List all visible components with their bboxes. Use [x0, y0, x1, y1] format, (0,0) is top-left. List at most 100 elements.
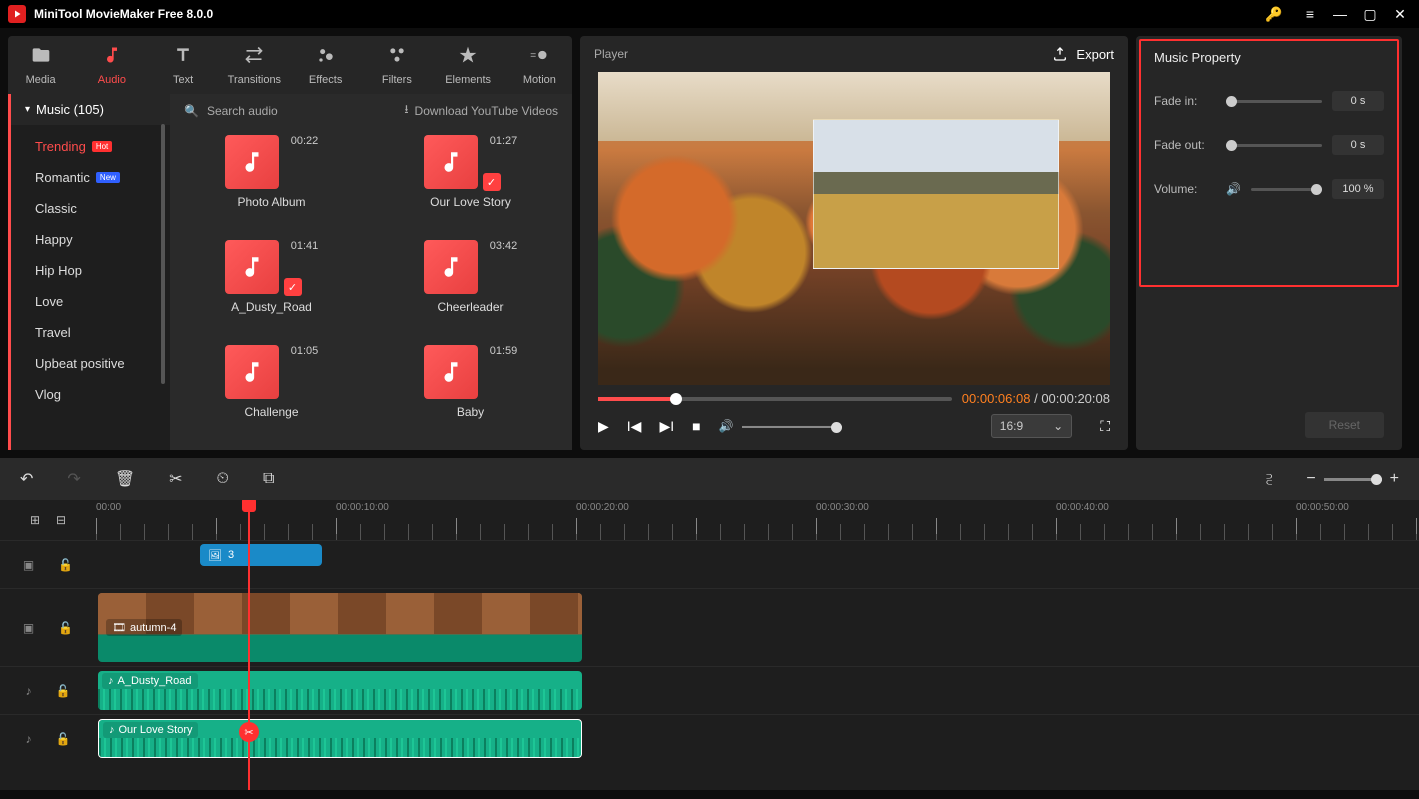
- split-button[interactable]: ✂: [169, 469, 182, 489]
- zoom-in-button[interactable]: +: [1390, 470, 1399, 488]
- play-button[interactable]: ▶: [598, 418, 609, 435]
- audio2-track-head: ♪🔓: [0, 714, 96, 762]
- progress-bar[interactable]: [598, 397, 952, 401]
- sidebar-item-travel[interactable]: Travel: [35, 317, 170, 348]
- pip-track[interactable]: 🖼 3: [96, 540, 1419, 588]
- add-track-button[interactable]: ⊞: [30, 513, 40, 527]
- sidebar-scrollbar[interactable]: [161, 124, 165, 384]
- sidebar-item-upbeat-positive[interactable]: Upbeat positive: [35, 348, 170, 379]
- player-title: Player: [594, 47, 1052, 61]
- reset-button[interactable]: Reset: [1305, 412, 1384, 438]
- minimize-button[interactable]: —: [1325, 0, 1355, 28]
- next-frame-button[interactable]: ▶I: [659, 418, 674, 435]
- text-icon: [173, 45, 193, 70]
- scissors-icon[interactable]: ✂: [239, 722, 259, 742]
- badge-hot: Hot: [92, 141, 112, 152]
- download-icon: ⭳: [404, 100, 408, 121]
- volume-value[interactable]: 100 %: [1332, 179, 1384, 199]
- music-thumbnail: [225, 345, 279, 399]
- star-icon: [458, 45, 478, 70]
- chevron-down-icon: ⌄: [1053, 419, 1063, 433]
- playhead[interactable]: ✂: [248, 500, 250, 790]
- lock-icon[interactable]: 🔓: [58, 621, 73, 635]
- close-button[interactable]: ✕: [1385, 0, 1415, 28]
- zoom-out-button[interactable]: −: [1306, 470, 1315, 488]
- ruler-tick: 00:00:20:00: [576, 502, 629, 513]
- audio-item-baby[interactable]: 01:59Baby: [379, 341, 562, 446]
- tab-filters[interactable]: Filters: [364, 45, 429, 86]
- fade-out-slider[interactable]: [1226, 144, 1322, 147]
- tab-text[interactable]: Text: [151, 45, 216, 86]
- library-panel: MediaAudioTextTransitionsEffectsFiltersE…: [8, 36, 572, 450]
- sidebar-item-love[interactable]: Love: [35, 286, 170, 317]
- tab-motion[interactable]: Motion: [507, 45, 572, 86]
- sidebar-item-romantic[interactable]: RomanticNew: [35, 162, 170, 193]
- export-button[interactable]: Export: [1052, 46, 1114, 62]
- sidebar-item-vlog[interactable]: Vlog: [35, 379, 170, 410]
- tab-effects[interactable]: Effects: [293, 45, 358, 86]
- audio-track-1[interactable]: ♪A_Dusty_Road: [96, 666, 1419, 714]
- remove-track-button[interactable]: ⊟: [56, 513, 66, 527]
- tab-transitions[interactable]: Transitions: [222, 45, 287, 86]
- video-clip[interactable]: 🎞autumn-4: [98, 593, 582, 662]
- stop-button[interactable]: ■: [692, 418, 700, 434]
- ruler-tick: 00:00:30:00: [816, 502, 869, 513]
- music-thumbnail: [225, 135, 279, 189]
- undo-button[interactable]: ↶: [20, 469, 33, 489]
- sidebar-header[interactable]: Music (105): [11, 94, 170, 125]
- delete-button[interactable]: 🗑: [115, 469, 135, 489]
- fade-in-slider[interactable]: [1226, 100, 1322, 103]
- audio-item-our-love-story[interactable]: 01:27✓Our Love Story: [379, 131, 562, 236]
- audio-item-challenge[interactable]: 01:05Challenge: [180, 341, 363, 446]
- audio-item-cheerleader[interactable]: 03:42Cheerleader: [379, 236, 562, 341]
- sidebar-item-classic[interactable]: Classic: [35, 193, 170, 224]
- lock-icon[interactable]: 🔓: [56, 684, 71, 698]
- lock-icon[interactable]: 🔓: [58, 558, 73, 572]
- audio-clip-1[interactable]: ♪A_Dusty_Road: [98, 671, 582, 710]
- app-logo: [8, 5, 26, 23]
- audio-item-a-dusty-road[interactable]: 01:41✓A_Dusty_Road: [180, 236, 363, 341]
- search-icon: 🔍: [184, 104, 199, 118]
- sidebar-item-happy[interactable]: Happy: [35, 224, 170, 255]
- fullscreen-button[interactable]: ⛶: [1100, 418, 1110, 435]
- pip-clip[interactable]: 🖼 3: [200, 544, 322, 566]
- fade-in-value[interactable]: 0 s: [1332, 91, 1384, 111]
- player-volume[interactable]: 🔊: [719, 419, 842, 433]
- maximize-button[interactable]: ▢: [1355, 0, 1385, 28]
- film-icon: 🎞: [112, 621, 126, 634]
- video-track[interactable]: 🎞autumn-4: [96, 588, 1419, 666]
- volume-icon: 🔊: [1226, 182, 1241, 196]
- audio-item-photo-album[interactable]: 00:22Photo Album: [180, 131, 363, 236]
- music-thumbnail: [225, 240, 279, 294]
- zoom-slider[interactable]: [1324, 478, 1382, 481]
- badge-new: New: [96, 172, 120, 183]
- tab-audio[interactable]: Audio: [79, 45, 144, 86]
- audio-clip-2[interactable]: ♪Our Love Story: [98, 719, 582, 758]
- audio1-track-head: ♪🔓: [0, 666, 96, 714]
- lock-icon[interactable]: 🔓: [56, 732, 71, 746]
- tab-media[interactable]: Media: [8, 45, 73, 86]
- prev-frame-button[interactable]: I◀: [627, 418, 642, 435]
- music-thumbnail: [424, 240, 478, 294]
- ruler-tick: 00:00:50:00: [1296, 502, 1349, 513]
- timecode: 00:00:06:08 / 00:00:20:08: [962, 391, 1110, 406]
- speed-button[interactable]: ⏲: [217, 470, 229, 488]
- sidebar-item-trending[interactable]: TrendingHot: [35, 131, 170, 162]
- premium-key-icon[interactable]: 🔑: [1259, 0, 1289, 28]
- pip-track-head: ▣🔓: [0, 540, 96, 588]
- preview-canvas[interactable]: [598, 72, 1110, 385]
- redo-button[interactable]: ↷: [67, 469, 80, 489]
- fade-out-value[interactable]: 0 s: [1332, 135, 1384, 155]
- checkmark-icon: ✓: [284, 278, 302, 296]
- audio-track-2[interactable]: ♪Our Love Story: [96, 714, 1419, 762]
- download-youtube-link[interactable]: ⭳ Download YouTube Videos: [404, 100, 558, 121]
- sidebar-item-hip-hop[interactable]: Hip Hop: [35, 255, 170, 286]
- search-input[interactable]: 🔍 Search audio: [184, 104, 394, 118]
- volume-slider[interactable]: [1251, 188, 1322, 191]
- aspect-ratio-select[interactable]: 16:9 ⌄: [991, 414, 1072, 438]
- category-sidebar: Music (105) TrendingHotRomanticNewClassi…: [8, 94, 170, 450]
- magnet-icon[interactable]: ⫔: [1266, 471, 1272, 488]
- tab-elements[interactable]: Elements: [436, 45, 501, 86]
- crop-button[interactable]: ⧉: [263, 470, 274, 488]
- menu-icon[interactable]: ≡: [1295, 0, 1325, 28]
